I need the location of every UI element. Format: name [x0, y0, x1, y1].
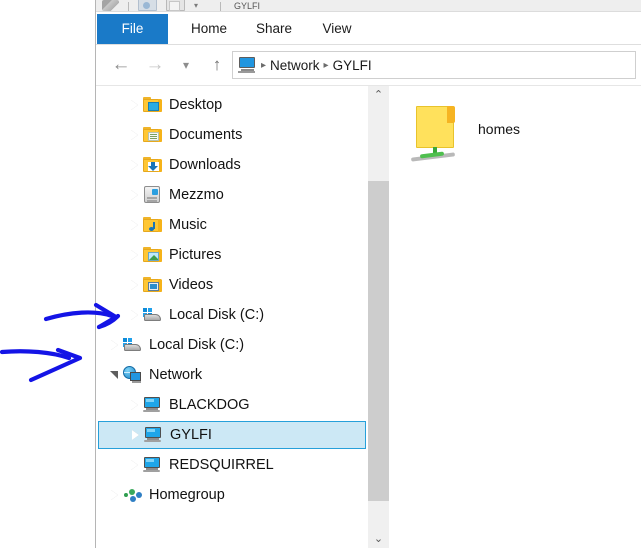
expander-collapsed-icon[interactable] [126, 130, 142, 140]
computer-icon [143, 425, 165, 445]
expander-collapsed-icon[interactable] [126, 400, 142, 410]
ribbon-tab-bar: File Home Share View [96, 13, 641, 45]
sidebar-item-blackdog[interactable]: BLACKDOG [98, 391, 366, 419]
shared-network-folder-icon [406, 98, 468, 162]
expander-collapsed-icon[interactable] [127, 430, 143, 440]
folder-desktop-icon [142, 95, 164, 115]
content-pane: homes [390, 86, 641, 548]
list-item[interactable]: homes [406, 94, 626, 164]
properties-icon[interactable] [138, 0, 157, 11]
sidebar-item-gylfi[interactable]: GYLFI [98, 421, 366, 449]
sidebar-item-music[interactable]: Music [98, 211, 366, 239]
toolbar-divider [128, 2, 129, 11]
tab-file[interactable]: File [97, 14, 168, 44]
sidebar-item-label: Pictures [169, 247, 222, 263]
sidebar-item-label: Local Disk (C:) [149, 337, 245, 353]
window-title: GYLFI [234, 1, 261, 11]
computer-icon [142, 455, 164, 475]
customize-chevron-icon[interactable]: ▾ [194, 0, 211, 11]
expander-collapsed-icon[interactable] [126, 160, 142, 170]
expander-collapsed-icon[interactable] [126, 190, 142, 200]
expander-collapsed-icon[interactable] [126, 460, 142, 470]
address-bar: ← → ▾ ↑ ▸ Network ▸ GYLFI [96, 45, 641, 86]
chevron-down-icon[interactable]: ▾ [175, 54, 197, 76]
arrow-right-icon[interactable]: → [144, 54, 166, 76]
sidebar-item-downloads[interactable]: Downloads [98, 151, 366, 179]
scrollbar-thumb[interactable] [368, 181, 389, 501]
sidebar-item-label: REDSQUIRREL [169, 457, 274, 473]
sidebar-item-label: Homegroup [149, 487, 225, 503]
expander-collapsed-icon[interactable] [126, 220, 142, 230]
sidebar-item-desktop[interactable]: Desktop [98, 91, 366, 119]
sidebar-item-network[interactable]: Network [98, 361, 366, 389]
expander-expanded-icon[interactable] [106, 371, 122, 379]
breadcrumb[interactable]: ▸ Network ▸ GYLFI [232, 51, 636, 79]
sidebar-item-local-disk-c[interactable]: Local Disk (C:) [98, 331, 366, 359]
sidebar-item-label: BLACKDOG [169, 397, 250, 413]
expander-collapsed-icon[interactable] [106, 490, 122, 500]
nav-pane-scrollbar[interactable]: ⌃ ⌄ [368, 86, 389, 548]
tab-share[interactable]: Share [244, 14, 304, 44]
network-icon [122, 365, 144, 385]
folder-videos-icon [142, 275, 164, 295]
homegroup-icon [122, 485, 144, 505]
computer-icon [142, 395, 164, 415]
tab-view[interactable]: View [309, 14, 365, 44]
expander-collapsed-icon[interactable] [126, 310, 142, 320]
expander-collapsed-icon[interactable] [126, 100, 142, 110]
arrow-up-icon[interactable]: ↑ [206, 54, 228, 76]
breadcrumb-separator-2[interactable]: ▸ [324, 60, 329, 71]
expander-collapsed-icon[interactable] [126, 250, 142, 260]
sidebar-item-label: Local Disk (C:) [169, 307, 265, 323]
sidebar-item-label: Music [169, 217, 207, 233]
sidebar-item-label: Downloads [169, 157, 241, 173]
folder-music-icon [142, 215, 164, 235]
folder-pictures-icon [142, 245, 164, 265]
sidebar-item-homegroup[interactable]: Homegroup [98, 481, 366, 509]
computer-icon [238, 57, 257, 73]
toolbar-divider-2 [220, 2, 221, 11]
sidebar-item-label: Videos [169, 277, 214, 293]
arrow-pointing-to-local-disk-root [0, 347, 83, 383]
breadcrumb-item-network[interactable]: Network [270, 58, 320, 73]
file-explorer-window: ▾ GYLFI File Home Share View ← → ▾ ↑ ▸ N… [95, 0, 641, 548]
scroll-down-arrow-icon[interactable]: ⌄ [368, 530, 389, 548]
breadcrumb-item-gylfi[interactable]: GYLFI [333, 58, 372, 73]
folder-downloads-icon [142, 155, 164, 175]
plug-icon[interactable] [102, 0, 119, 11]
sidebar-item-label: Network [149, 367, 203, 383]
sidebar-item-label: GYLFI [170, 427, 212, 443]
arrow-left-icon[interactable]: ← [110, 54, 132, 76]
device-mezzmo-icon [142, 185, 164, 205]
hard-disk-icon [142, 305, 164, 325]
sidebar-item-pictures[interactable]: Pictures [98, 241, 366, 269]
sidebar-item-label: Mezzmo [169, 187, 224, 203]
expander-collapsed-icon[interactable] [106, 340, 122, 350]
file-name-label: homes [478, 121, 521, 137]
hard-disk-icon [122, 335, 144, 355]
quick-access-toolbar: ▾ GYLFI [96, 0, 641, 12]
navigation-pane: Desktop Documents Downloads Mezzmo Music Pict… [96, 86, 368, 548]
sidebar-item-label: Desktop [169, 97, 223, 113]
sidebar-item-videos[interactable]: Videos [98, 271, 366, 299]
new-folder-icon[interactable] [166, 0, 185, 11]
scroll-up-arrow-icon[interactable]: ⌃ [368, 86, 389, 104]
expander-collapsed-icon[interactable] [126, 280, 142, 290]
sidebar-item-redsquirrel[interactable]: REDSQUIRREL [98, 451, 366, 479]
sidebar-item-local-disk-c[interactable]: Local Disk (C:) [98, 301, 366, 329]
sidebar-item-label: Documents [169, 127, 243, 143]
sidebar-item-mezzmo[interactable]: Mezzmo [98, 181, 366, 209]
tab-home[interactable]: Home [179, 14, 239, 44]
sidebar-item-documents[interactable]: Documents [98, 121, 366, 149]
breadcrumb-separator-1[interactable]: ▸ [261, 60, 266, 71]
folder-documents-icon [142, 125, 164, 145]
